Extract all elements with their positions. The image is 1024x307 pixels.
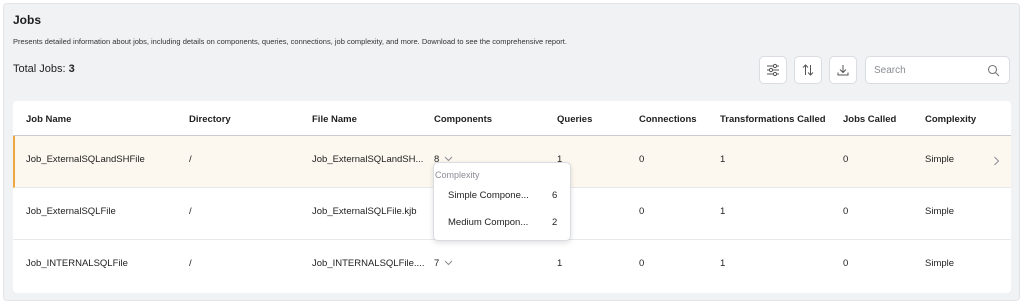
- cell-job-name: Job_ExternalSQLandSHFile: [26, 154, 145, 165]
- search-input[interactable]: [874, 63, 984, 78]
- popover-item-count: 6: [552, 190, 558, 201]
- popover-item-label: Medium Compon...: [448, 217, 529, 228]
- cell-directory: /: [189, 258, 192, 269]
- search-box[interactable]: [865, 56, 1010, 84]
- search-icon[interactable]: [987, 64, 1000, 77]
- jobs-panel: Jobs Presents detailed information about…: [3, 3, 1020, 301]
- sliders-icon: [767, 63, 779, 77]
- page-description: Presents detailed information about jobs…: [13, 37, 567, 46]
- chevron-right-icon[interactable]: [993, 156, 1000, 166]
- cell-complexity: Simple: [925, 206, 955, 217]
- cell-jobs-called: 0: [843, 258, 849, 269]
- cell-jobs-called: 0: [843, 154, 849, 165]
- popover-item-label: Simple Compone...: [448, 190, 529, 201]
- cell-directory: /: [189, 206, 192, 217]
- filter-button[interactable]: [759, 56, 787, 84]
- column-header-complexity[interactable]: Complexity: [925, 114, 976, 125]
- total-jobs-label: Total Jobs:: [13, 63, 66, 75]
- components-complexity-popover: Complexity Simple Compone... 6 Medium Co…: [433, 162, 571, 241]
- column-header-components[interactable]: Components: [434, 114, 492, 125]
- cell-transformations: 1: [720, 154, 726, 165]
- components-count: 7: [434, 258, 440, 269]
- cell-queries: 1: [557, 258, 563, 269]
- cell-complexity: Simple: [925, 258, 955, 269]
- sort-icon: [802, 64, 814, 76]
- cell-transformations: 1: [720, 206, 726, 217]
- column-header-jobs-called[interactable]: Jobs Called: [843, 114, 896, 125]
- cell-connections: 0: [639, 206, 645, 217]
- page-title: Jobs: [13, 13, 42, 27]
- cell-job-name: Job_ExternalSQLFile: [26, 206, 116, 217]
- cell-file-name: Job_ExternalSQLandSH...: [312, 154, 424, 165]
- download-icon: [837, 65, 849, 76]
- column-header-job-name[interactable]: Job Name: [26, 114, 71, 125]
- cell-connections: 0: [639, 154, 645, 165]
- cell-job-name: Job_INTERNALSQLFile: [26, 258, 128, 269]
- cell-jobs-called: 0: [843, 206, 849, 217]
- chevron-down-icon: [444, 260, 453, 266]
- cell-transformations: 1: [720, 258, 726, 269]
- column-header-transformations-called[interactable]: Transformations Called: [720, 114, 826, 125]
- cell-complexity: Simple: [925, 154, 955, 165]
- cell-file-name: Job_ExternalSQLFile.kjb: [312, 206, 417, 217]
- column-header-connections[interactable]: Connections: [639, 114, 697, 125]
- table-header: Job Name Directory File Name Components …: [13, 101, 1011, 136]
- popover-item-count: 2: [552, 217, 558, 228]
- column-header-directory[interactable]: Directory: [189, 114, 231, 125]
- cell-directory: /: [189, 154, 192, 165]
- sort-button[interactable]: [794, 56, 822, 84]
- popover-title: Complexity: [435, 170, 480, 180]
- total-jobs: Total Jobs: 3: [13, 63, 75, 75]
- table-row[interactable]: Job_INTERNALSQLFile / Job_INTERNALSQLFil…: [13, 240, 1011, 292]
- column-header-queries[interactable]: Queries: [557, 114, 592, 125]
- download-button[interactable]: [829, 56, 857, 84]
- cell-connections: 0: [639, 258, 645, 269]
- total-jobs-value: 3: [68, 63, 75, 75]
- column-header-file-name[interactable]: File Name: [312, 114, 357, 125]
- cell-components[interactable]: 7: [434, 258, 453, 269]
- cell-file-name: Job_INTERNALSQLFile....: [312, 258, 425, 269]
